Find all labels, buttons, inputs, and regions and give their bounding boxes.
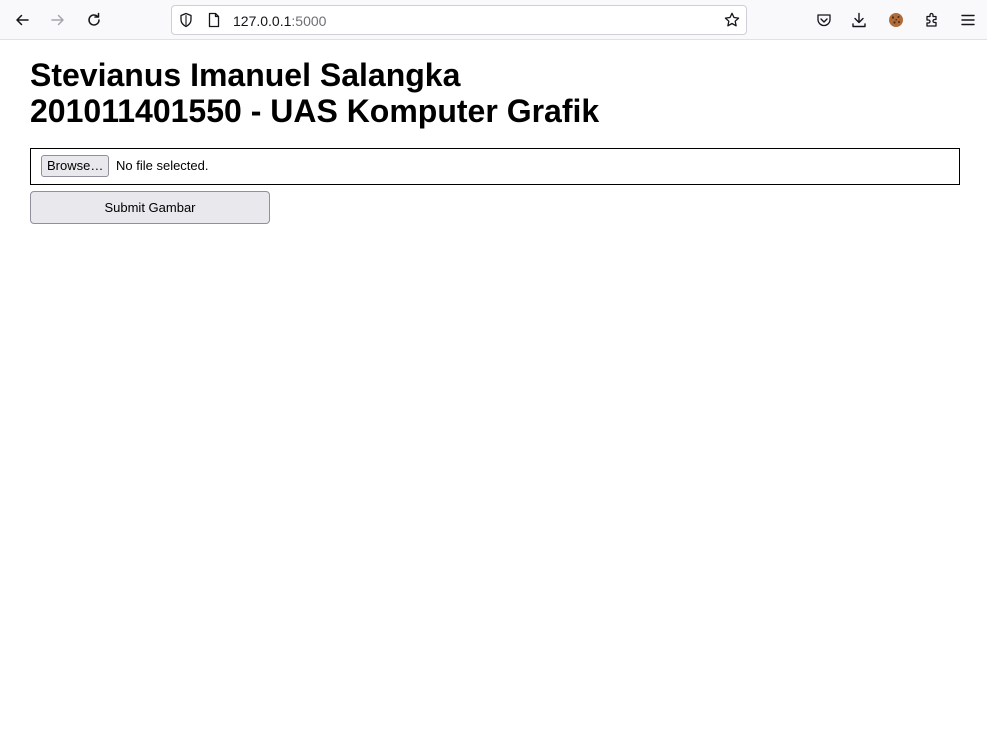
download-icon xyxy=(852,12,866,28)
pocket-button[interactable] xyxy=(810,6,838,34)
url-host: 127.0.0.1 xyxy=(233,13,292,29)
url-text[interactable]: 127.0.0.1:5000 xyxy=(233,12,326,30)
page-content: Stevianus Imanuel Salangka 201011401550 … xyxy=(0,41,987,744)
star-icon[interactable] xyxy=(724,12,740,28)
file-status-text: No file selected. xyxy=(116,158,209,173)
extensions-button[interactable] xyxy=(918,6,946,34)
pocket-icon xyxy=(817,14,831,27)
puzzle-icon xyxy=(926,12,937,27)
browse-button[interactable]: Browse… xyxy=(41,155,110,177)
page-title: Stevianus Imanuel Salangka 201011401550 … xyxy=(30,57,599,129)
hamburger-menu-icon xyxy=(961,14,975,26)
reload-button[interactable] xyxy=(80,6,108,34)
page-title-subtitle: 201011401550 - UAS Komputer Grafik xyxy=(30,93,600,129)
submit-button[interactable]: Submit Gambar xyxy=(30,191,270,224)
url-port: :5000 xyxy=(291,13,327,29)
downloads-button[interactable] xyxy=(845,6,873,34)
cookie-extension-button[interactable] xyxy=(882,6,910,34)
arrow-left-icon xyxy=(16,14,29,26)
cookie-icon xyxy=(889,13,903,27)
file-input[interactable]: Browse… No file selected. xyxy=(30,148,960,185)
back-button[interactable] xyxy=(8,6,36,34)
reload-icon xyxy=(88,12,100,26)
browser-window: 127.0.0.1:5000 Stevianus Imanuel Salangk… xyxy=(0,0,987,744)
forward-button[interactable] xyxy=(44,6,72,34)
url-bar[interactable]: 127.0.0.1:5000 xyxy=(171,5,747,35)
browser-toolbar: 127.0.0.1:5000 xyxy=(0,0,987,40)
menu-button[interactable] xyxy=(954,6,982,34)
page-title-name: Stevianus Imanuel Salangka xyxy=(30,57,461,93)
page-icon xyxy=(206,12,222,28)
arrow-right-icon xyxy=(51,14,64,26)
shield-icon[interactable] xyxy=(178,12,194,28)
